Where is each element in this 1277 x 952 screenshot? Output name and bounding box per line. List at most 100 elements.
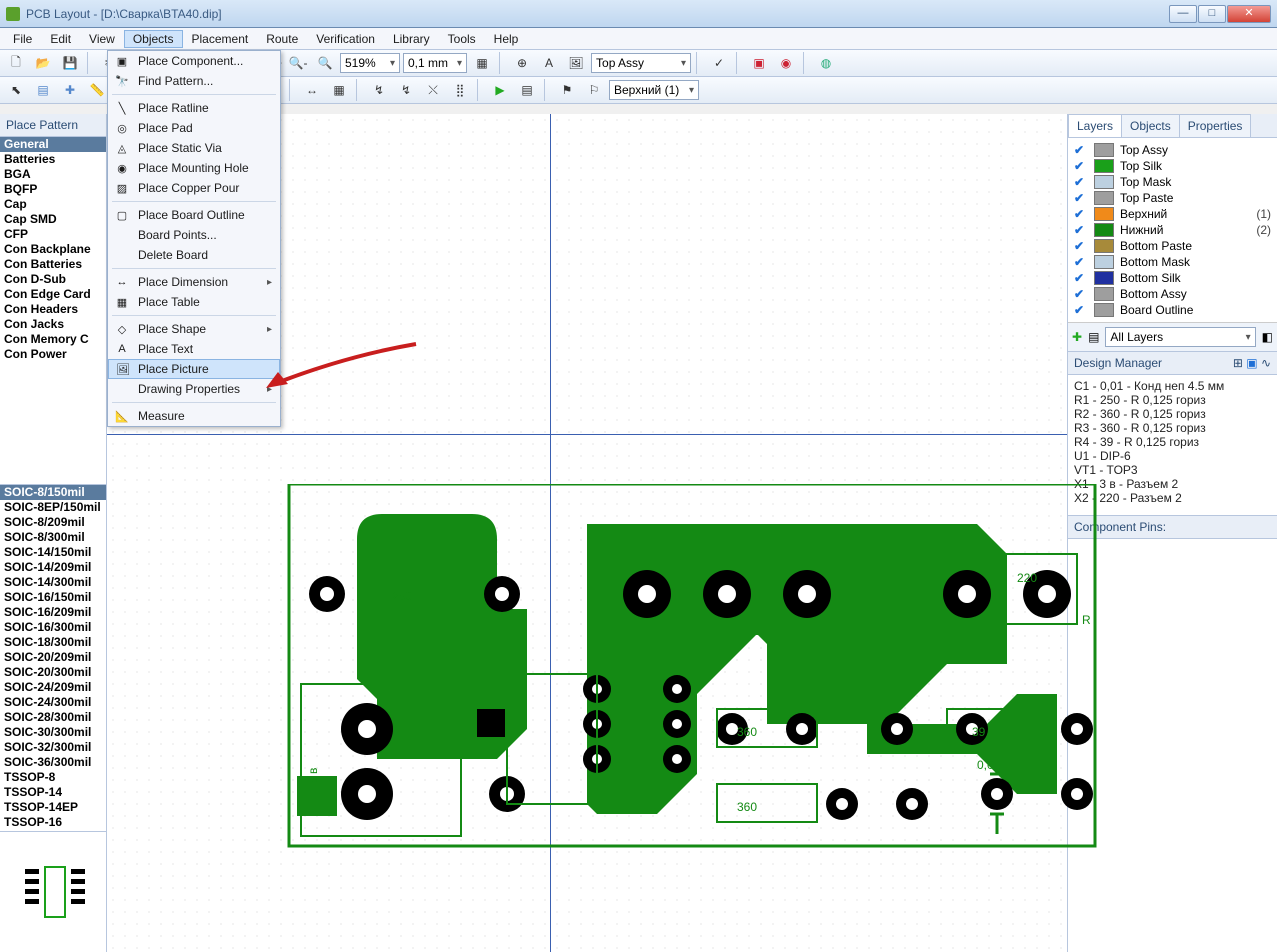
library-item[interactable]: Batteries bbox=[0, 152, 106, 167]
grid-icon[interactable]: ▦ bbox=[470, 52, 494, 74]
design-manager-item[interactable]: VT1 - TOP3 bbox=[1074, 463, 1271, 477]
tab-properties[interactable]: Properties bbox=[1179, 114, 1252, 137]
zoom-combo[interactable]: 519% bbox=[340, 53, 400, 73]
pattern-item[interactable]: SOIC-8EP/150mil bbox=[0, 500, 106, 515]
layer-color-swatch[interactable] bbox=[1094, 143, 1114, 157]
layer-filter-combo[interactable]: All Layers bbox=[1105, 327, 1255, 347]
pad-icon[interactable]: ◉ bbox=[774, 52, 798, 74]
layer-row[interactable]: ✔Bottom Silk bbox=[1072, 270, 1273, 286]
pattern-item[interactable]: SOIC-8/150mil bbox=[0, 485, 106, 500]
measure-icon[interactable]: 📏 bbox=[85, 79, 109, 101]
menu-item-place-copper-pour[interactable]: ▨Place Copper Pour bbox=[108, 178, 280, 198]
pattern-item[interactable]: SOIC-14/209mil bbox=[0, 560, 106, 575]
library-item[interactable]: BQFP bbox=[0, 182, 106, 197]
grid-combo[interactable]: 0,1 mm bbox=[403, 53, 467, 73]
layer-visible-icon[interactable]: ✔ bbox=[1074, 287, 1088, 301]
layer-row[interactable]: ✔Top Assy bbox=[1072, 142, 1273, 158]
library-item[interactable]: Con Power bbox=[0, 347, 106, 362]
zoom-out-icon[interactable]: 🔍- bbox=[286, 52, 310, 74]
pattern-item[interactable]: SOIC-24/300mil bbox=[0, 695, 106, 710]
layer-visible-icon[interactable]: ✔ bbox=[1074, 143, 1088, 157]
menu-item-board-points[interactable]: Board Points... bbox=[108, 225, 280, 245]
layer-visible-icon[interactable]: ✔ bbox=[1074, 159, 1088, 173]
close-button[interactable]: ✕ bbox=[1227, 5, 1271, 23]
menu-library[interactable]: Library bbox=[384, 30, 439, 48]
add-layer-icon[interactable]: ✚ bbox=[1072, 330, 1082, 344]
dm-icon-1[interactable]: ⊞ bbox=[1233, 356, 1243, 370]
pattern-item[interactable]: SOIC-18/300mil bbox=[0, 635, 106, 650]
menu-tools[interactable]: Tools bbox=[439, 30, 485, 48]
pattern-item[interactable]: TSSOP-14 bbox=[0, 785, 106, 800]
tab-objects[interactable]: Objects bbox=[1121, 114, 1180, 137]
library-item[interactable]: Con Backplane bbox=[0, 242, 106, 257]
menu-verification[interactable]: Verification bbox=[307, 30, 384, 48]
layer-row[interactable]: ✔Board Outline bbox=[1072, 302, 1273, 318]
menu-help[interactable]: Help bbox=[485, 30, 528, 48]
layer-visible-icon[interactable]: ✔ bbox=[1074, 303, 1088, 317]
cross-icon[interactable]: ✚ bbox=[58, 79, 82, 101]
origin-icon[interactable]: ⊕ bbox=[510, 52, 534, 74]
menu-item-drawing-properties[interactable]: Drawing Properties▸ bbox=[108, 379, 280, 399]
layer-color-swatch[interactable] bbox=[1094, 175, 1114, 189]
pattern-item[interactable]: SOIC-20/209mil bbox=[0, 650, 106, 665]
pattern-item[interactable]: SOIC-8/209mil bbox=[0, 515, 106, 530]
drc-report-icon[interactable]: ⚐ bbox=[582, 79, 606, 101]
menu-objects[interactable]: Objects bbox=[124, 30, 183, 48]
layer-visible-icon[interactable]: ✔ bbox=[1074, 175, 1088, 189]
layer-color-swatch[interactable] bbox=[1094, 207, 1114, 221]
menu-edit[interactable]: Edit bbox=[41, 30, 80, 48]
layer-visible-icon[interactable]: ✔ bbox=[1074, 239, 1088, 253]
active-layer-combo[interactable]: Верхний (1) bbox=[609, 80, 699, 100]
picture-icon[interactable]: 🖼 bbox=[564, 52, 588, 74]
design-manager-item[interactable]: R2 - 360 - R 0,125 гориз bbox=[1074, 407, 1271, 421]
pattern-item[interactable]: SOIC-28/300mil bbox=[0, 710, 106, 725]
menu-item-place-static-via[interactable]: ◬Place Static Via bbox=[108, 138, 280, 158]
layer-visible-icon[interactable]: ✔ bbox=[1074, 271, 1088, 285]
route3-icon[interactable]: ⤬ bbox=[421, 79, 445, 101]
menu-item-place-board-outline[interactable]: ▢Place Board Outline bbox=[108, 205, 280, 225]
save-icon[interactable]: 💾 bbox=[58, 52, 82, 74]
cursor-icon[interactable]: ⬉ bbox=[4, 79, 28, 101]
layer-row[interactable]: ✔Bottom Paste bbox=[1072, 238, 1273, 254]
library-item[interactable]: Con D-Sub bbox=[0, 272, 106, 287]
library-item[interactable]: Con Jacks bbox=[0, 317, 106, 332]
design-manager-item[interactable]: R4 - 39 - R 0,125 гориз bbox=[1074, 435, 1271, 449]
menu-item-place-pad[interactable]: ◎Place Pad bbox=[108, 118, 280, 138]
menu-route[interactable]: Route bbox=[257, 30, 307, 48]
design-manager-item[interactable]: R1 - 250 - R 0,125 гориз bbox=[1074, 393, 1271, 407]
menu-item-find-pattern[interactable]: 🔭Find Pattern... bbox=[108, 71, 280, 91]
layer-row[interactable]: ✔Bottom Assy bbox=[1072, 286, 1273, 302]
menu-item-place-mounting-hole[interactable]: ◉Place Mounting Hole bbox=[108, 158, 280, 178]
drc-icon[interactable]: ✓ bbox=[707, 52, 731, 74]
tab-layers[interactable]: Layers bbox=[1068, 114, 1122, 137]
library-item[interactable]: Cap bbox=[0, 197, 106, 212]
open-icon[interactable]: 📂 bbox=[31, 52, 55, 74]
pattern-item[interactable]: SOIC-14/150mil bbox=[0, 545, 106, 560]
pattern-item[interactable]: TSSOP-8 bbox=[0, 770, 106, 785]
pattern-item[interactable]: SOIC-30/300mil bbox=[0, 725, 106, 740]
chip-icon[interactable]: ▣ bbox=[747, 52, 771, 74]
panel-icon[interactable]: ▤ bbox=[31, 79, 55, 101]
layer-color-swatch[interactable] bbox=[1094, 159, 1114, 173]
library-item[interactable]: Con Headers bbox=[0, 302, 106, 317]
library-item[interactable]: BGA bbox=[0, 167, 106, 182]
minimize-button[interactable]: — bbox=[1169, 5, 1197, 23]
layer-color-swatch[interactable] bbox=[1094, 223, 1114, 237]
menu-placement[interactable]: Placement bbox=[183, 30, 258, 48]
stop-icon[interactable]: ▤ bbox=[515, 79, 539, 101]
layer-visible-icon[interactable]: ✔ bbox=[1074, 191, 1088, 205]
library-item[interactable]: Con Edge Card bbox=[0, 287, 106, 302]
layer-row[interactable]: ✔Top Paste bbox=[1072, 190, 1273, 206]
design-manager-item[interactable]: C1 - 0,01 - Конд неп 4.5 мм bbox=[1074, 379, 1271, 393]
menu-file[interactable]: File bbox=[4, 30, 41, 48]
layer-color-swatch[interactable] bbox=[1094, 303, 1114, 317]
layer-visible-icon[interactable]: ✔ bbox=[1074, 207, 1088, 221]
menu-item-place-shape[interactable]: ◇Place Shape▸ bbox=[108, 319, 280, 339]
layer-color-swatch[interactable] bbox=[1094, 191, 1114, 205]
library-item[interactable]: Con Batteries bbox=[0, 257, 106, 272]
layer-row[interactable]: ✔Top Silk bbox=[1072, 158, 1273, 174]
maximize-button[interactable]: □ bbox=[1198, 5, 1226, 23]
menu-view[interactable]: View bbox=[80, 30, 124, 48]
dm-icon-3[interactable]: ∿ bbox=[1261, 356, 1271, 370]
3d-icon[interactable]: ◍ bbox=[814, 52, 838, 74]
